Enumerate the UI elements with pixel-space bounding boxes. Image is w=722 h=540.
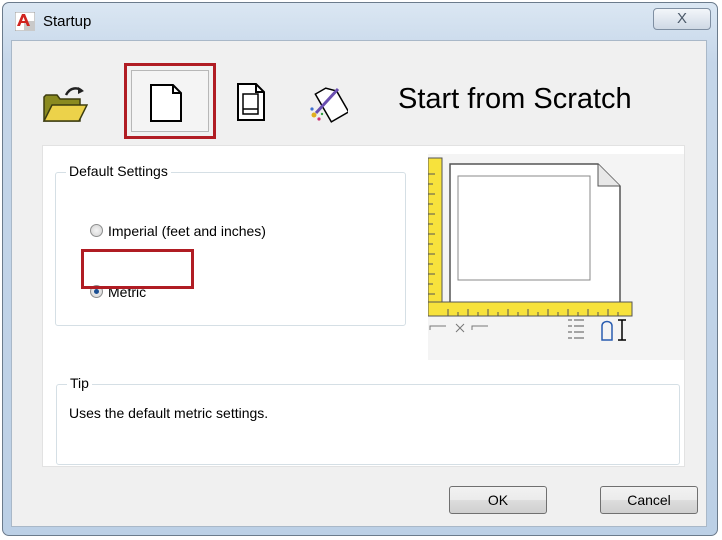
- use-template-button[interactable]: [226, 63, 274, 139]
- open-folder-icon: [42, 87, 88, 122]
- autocad-app-icon: [15, 12, 35, 31]
- use-wizard-button[interactable]: [302, 63, 352, 139]
- imperial-label: Imperial (feet and inches): [108, 223, 266, 239]
- start-from-scratch-button[interactable]: [124, 63, 216, 139]
- startup-dialog: Startup X Start from Scratch Default Set…: [2, 2, 718, 536]
- template-page-icon: [237, 83, 265, 121]
- title-bar[interactable]: Startup X: [3, 3, 717, 39]
- close-button[interactable]: X: [653, 8, 711, 30]
- tip-legend: Tip: [67, 375, 92, 391]
- imperial-radio[interactable]: [90, 224, 103, 237]
- wizard-page-icon: [310, 87, 348, 123]
- blank-page-icon: [150, 84, 182, 122]
- tip-text: Uses the default metric settings.: [69, 405, 269, 421]
- tip-group: Tip Uses the default metric settings.: [56, 375, 680, 465]
- cancel-button[interactable]: Cancel: [600, 486, 698, 514]
- window-title: Startup: [43, 13, 92, 30]
- metric-highlight-box: [81, 249, 194, 289]
- open-drawing-button[interactable]: [38, 63, 98, 139]
- drawing-units-preview: [427, 154, 684, 360]
- page-title: Start from Scratch: [398, 83, 632, 115]
- drawing-units-preview-icon: [427, 157, 633, 341]
- close-icon: X: [676, 10, 687, 27]
- ok-button[interactable]: OK: [449, 486, 547, 514]
- default-settings-legend: Default Settings: [66, 163, 171, 179]
- dialog-client-area: Start from Scratch Default Settings Impe…: [11, 40, 707, 527]
- settings-panel: Default Settings Imperial (feet and inch…: [42, 145, 685, 467]
- radio-selected-dot: [94, 289, 99, 294]
